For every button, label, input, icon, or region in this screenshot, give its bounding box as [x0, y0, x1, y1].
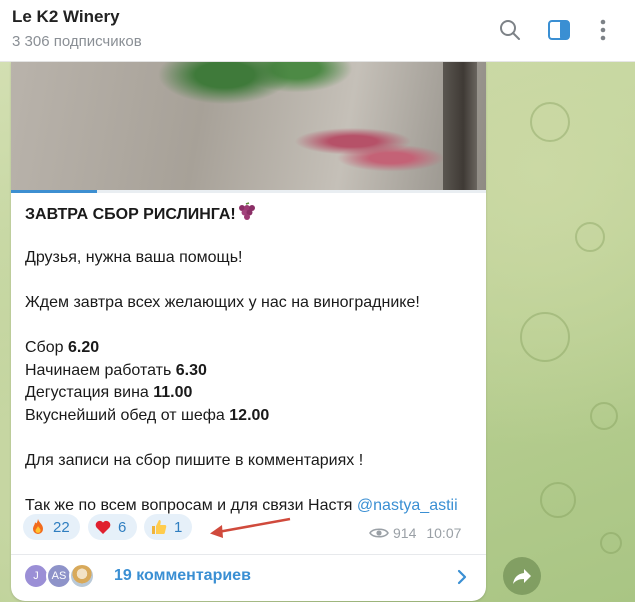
media-progress-fill — [11, 190, 97, 193]
heart-icon — [95, 520, 111, 534]
reaction-fire-count: 22 — [53, 518, 70, 536]
schedule-start: Начинаем работать 6.30 — [25, 361, 207, 379]
post-title: ЗАВТРА СБОР РИСЛИНГА! — [25, 206, 236, 223]
share-button[interactable] — [503, 557, 541, 595]
post-text: ЗАВТРА СБОР РИСЛИНГА! Друзья, нужна ваша… — [25, 202, 475, 517]
more-options-icon[interactable] — [590, 17, 616, 43]
post-line-contact: Так же по всем вопросам и для связи Наст… — [25, 496, 458, 514]
subscriber-count: 3 306 подписчиков — [12, 33, 142, 50]
grapes-emoji-icon — [238, 202, 255, 220]
media-progress-bar[interactable] — [11, 190, 486, 193]
post-meta: 914 10:07 — [369, 525, 461, 541]
photo-wooden-post — [443, 62, 477, 190]
post-time: 10:07 — [426, 525, 462, 541]
commenter-avatar-photo — [69, 563, 95, 589]
post-line-greeting: Друзья, нужна ваша помощь! — [25, 249, 243, 266]
post-line-signup: Для записи на сбор пишите в комментариях… — [25, 451, 364, 469]
schedule-sbor: Сбор 6.20 — [25, 339, 100, 356]
reaction-thumbs-up-count: 1 — [174, 518, 183, 536]
reaction-thumbs-up[interactable]: 1 — [144, 514, 192, 540]
post-title-line: ЗАВТРА СБОР РИСЛИНГА! — [25, 202, 475, 225]
share-arrow-icon — [513, 569, 531, 584]
fire-icon — [33, 519, 43, 534]
reaction-heart[interactable]: 6 — [88, 514, 137, 540]
post-line-invite: Ждем завтра всех желающих у нас на виног… — [25, 294, 420, 311]
thumbs-up-icon — [152, 520, 167, 534]
eye-icon — [369, 528, 389, 538]
reaction-fire[interactable]: 22 — [23, 514, 80, 540]
schedule-lunch: Вкуснейший обед от шефа 12.00 — [25, 406, 270, 424]
mention-link[interactable]: @nastya_astii — [357, 497, 458, 514]
side-panel-icon[interactable] — [546, 17, 572, 43]
channel-header: Le K2 Winery 3 306 подписчиков — [0, 0, 635, 62]
channel-post: ЗАВТРА СБОР РИСЛИНГА! Друзья, нужна ваша… — [11, 62, 486, 601]
comments-button[interactable]: J AS 19 комментариев — [11, 555, 486, 601]
channel-title[interactable]: Le K2 Winery — [12, 7, 120, 27]
schedule-tasting: Дегустация вина 11.00 — [25, 384, 193, 401]
view-count: 914 — [393, 525, 417, 541]
post-media-video[interactable] — [11, 62, 486, 190]
reaction-heart-count: 6 — [118, 518, 127, 536]
chevron-right-icon — [457, 569, 467, 585]
comments-count-label: 19 комментариев — [114, 567, 251, 584]
search-icon[interactable] — [497, 17, 523, 43]
